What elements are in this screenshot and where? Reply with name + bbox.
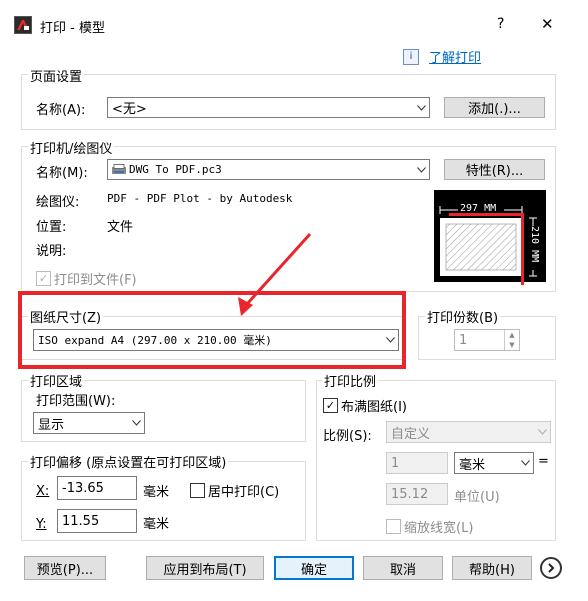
scale-numerator-input[interactable]: 1 <box>386 452 448 474</box>
chevron-right-icon <box>548 563 555 573</box>
checkbox-check-icon: ✓ <box>323 398 338 413</box>
scale-equals-sign: = <box>538 454 549 469</box>
chevron-down-icon <box>534 429 550 435</box>
fit-to-paper-checkbox[interactable]: ✓ 布满图纸(I) <box>323 396 407 415</box>
copies-spinner[interactable]: ▲ ▼ <box>504 330 519 350</box>
scale-unit-combo[interactable]: 毫米 <box>454 452 534 474</box>
offset-y-input[interactable]: 11.55 <box>57 509 137 533</box>
scale-denominator-value: 15.12 <box>391 486 429 502</box>
center-plot-label: 居中打印(C) <box>208 485 280 500</box>
scale-numerator-value: 1 <box>391 455 400 471</box>
chevron-down-icon <box>517 460 533 466</box>
expand-options-button[interactable] <box>540 557 562 579</box>
apply-to-layout-button[interactable]: 应用到布局(T) <box>146 556 264 580</box>
scale-denominator-unit: 单位(U) <box>454 490 500 505</box>
offset-x-input[interactable]: -13.65 <box>57 476 137 500</box>
plot-scale-title: 打印比例 <box>322 371 379 390</box>
offset-y-value: 11.55 <box>62 513 100 529</box>
help-button[interactable]: 帮助(H) <box>452 556 532 580</box>
copies-value: 1 <box>459 332 468 348</box>
checkbox-icon <box>190 483 205 498</box>
plot-range-combo[interactable]: 显示 <box>33 412 145 434</box>
spin-down-icon[interactable]: ▼ <box>509 341 514 349</box>
spin-up-icon[interactable]: ▲ <box>509 331 514 339</box>
offset-x-unit: 毫米 <box>143 485 170 500</box>
chevron-down-icon <box>128 420 144 426</box>
scale-lineweights-checkbox[interactable]: 缩放线宽(L) <box>386 517 473 536</box>
scale-lineweights-label: 缩放线宽(L) <box>404 521 474 536</box>
plot-offset-title: 打印偏移 (原点设置在可打印区域) <box>28 452 229 471</box>
checkbox-icon <box>386 519 401 534</box>
offset-y-unit: 毫米 <box>143 517 170 532</box>
copies-title: 打印份数(B) <box>425 307 501 326</box>
scale-unit-value: 毫米 <box>459 457 486 473</box>
plot-range-value: 显示 <box>38 417 65 433</box>
center-plot-checkbox[interactable]: 居中打印(C) <box>190 481 279 500</box>
cancel-button[interactable]: 取消 <box>363 556 443 580</box>
plot-area-title: 打印区域 <box>28 371 85 390</box>
scale-label: 比例(S): <box>323 429 372 444</box>
preview-button[interactable]: 预览(P)... <box>24 556 106 580</box>
scale-combo[interactable]: 自定义 <box>386 421 551 443</box>
offset-y-label: Y: <box>36 517 47 532</box>
plot-range-label: 打印范围(W): <box>36 394 116 409</box>
ok-button[interactable]: 确定 <box>274 556 354 580</box>
scale-denominator-input[interactable]: 15.12 <box>386 483 448 505</box>
fit-to-paper-label: 布满图纸(I) <box>341 400 407 415</box>
offset-x-label: X: <box>36 484 50 499</box>
offset-x-value: -13.65 <box>62 480 104 496</box>
scale-value: 自定义 <box>391 426 431 442</box>
